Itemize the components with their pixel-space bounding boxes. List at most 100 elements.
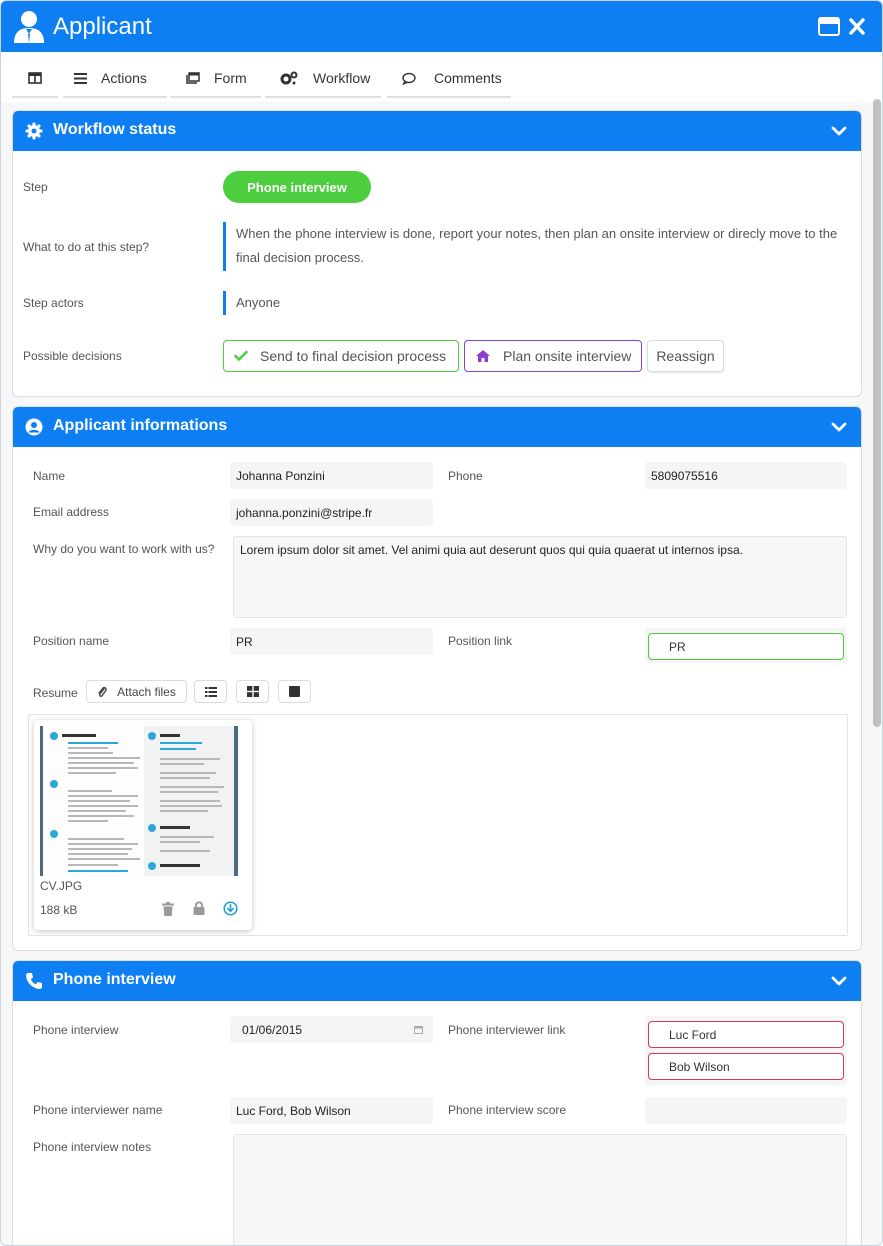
window-icon (186, 72, 200, 84)
square-icon (289, 686, 300, 697)
grid-icon (246, 686, 259, 697)
menu-icon (74, 72, 87, 84)
title-bar: Applicant (1, 1, 882, 52)
file-size: 188 kB (40, 903, 78, 917)
position-link-field[interactable]: PR (645, 628, 847, 663)
phone-interview-panel: Phone interview Phone interview 01/06/20… (12, 960, 862, 1245)
attach-files-button[interactable]: Attach files (86, 680, 187, 703)
applicant-header[interactable]: Applicant informations (13, 407, 861, 447)
name-label: Name (33, 469, 66, 483)
email-field[interactable]: johanna.ponzini@stripe.fr (230, 499, 433, 526)
decisions-label: Possible decisions (23, 349, 122, 363)
position-link-tag[interactable]: PR (648, 633, 844, 660)
actions-button[interactable]: Actions (63, 60, 167, 98)
position-link-label: Position link (448, 634, 513, 648)
form-button[interactable]: Form (170, 60, 261, 98)
actions-label: Actions (101, 70, 147, 86)
todo-bar (223, 222, 226, 271)
form-label: Form (214, 70, 247, 86)
phone-interview-notes-textarea[interactable] (233, 1134, 847, 1245)
columns-icon (28, 72, 42, 84)
actors-label: Step actors (23, 296, 84, 310)
scrollbar-thumb[interactable] (873, 99, 881, 727)
resume-label: Resume (33, 686, 78, 700)
download-icon[interactable] (223, 901, 238, 916)
phone-interviewer-link-field[interactable]: Luc Ford Bob Wilson (645, 1016, 847, 1085)
reassign-label: Reassign (656, 348, 715, 364)
phone-interview-notes-label: Phone interview notes (33, 1140, 152, 1154)
todo-label: What to do at this step? (23, 240, 150, 254)
comments-button[interactable]: Comments (387, 60, 511, 98)
phone-field[interactable]: 5809075516 (645, 462, 847, 489)
phone-interview-date-field[interactable]: 01/06/2015 (230, 1016, 433, 1043)
gear-icon (25, 122, 43, 140)
list-view-button[interactable] (194, 680, 227, 703)
close-icon[interactable] (848, 17, 866, 36)
chevron-down-icon[interactable] (831, 125, 847, 137)
user-circle-icon (25, 418, 43, 436)
actors-bar (223, 291, 226, 315)
step-badge: Phone interview (223, 171, 371, 203)
position-name-label: Position name (33, 634, 110, 648)
workflow-label: Workflow (313, 70, 371, 86)
email-label: Email address (33, 505, 110, 519)
toolbar: Actions Form Workflow Comments (1, 52, 882, 102)
file-name: CV.JPG (40, 879, 83, 893)
paperclip-icon (98, 686, 107, 697)
phone-interview-date-label: Phone interview (33, 1023, 119, 1037)
calendar-icon[interactable] (414, 1025, 423, 1034)
scrollbar[interactable] (872, 99, 882, 1245)
trash-icon[interactable] (162, 902, 174, 916)
why-textarea[interactable]: Lorem ipsum dolor sit amet. Vel animi qu… (233, 536, 847, 618)
cogs-icon (280, 71, 298, 85)
user-icon (14, 11, 44, 43)
workflow-button[interactable]: Workflow (265, 60, 381, 98)
applicant-window: Applicant Actions Form Workflow Comments… (0, 0, 883, 1246)
interviewer-tag-luc-ford[interactable]: Luc Ford (648, 1021, 844, 1048)
layout-toggle-button[interactable] (12, 60, 58, 98)
step-label: Step (23, 180, 48, 194)
todo-line-2: final decision process. (236, 250, 364, 265)
phone-interview-title: Phone interview (53, 971, 176, 988)
large-view-button[interactable] (278, 680, 311, 703)
comments-label: Comments (434, 70, 502, 86)
lock-icon[interactable] (193, 901, 205, 915)
maximize-icon[interactable] (818, 17, 840, 36)
resume-preview-image (40, 726, 240, 876)
actors-value: Anyone (236, 295, 281, 310)
phone-label: Phone (448, 469, 483, 483)
plan-onsite-interview-label: Plan onsite interview (503, 348, 632, 364)
attach-files-label: Attach files (117, 684, 176, 699)
grid-view-button[interactable] (236, 680, 269, 703)
file-thumbnail[interactable] (40, 726, 240, 876)
comment-icon (402, 72, 416, 85)
interviewer-tag-bob-wilson[interactable]: Bob Wilson (648, 1053, 844, 1080)
todo-line-1: When the phone interview is done, report… (236, 226, 838, 241)
home-icon (476, 350, 490, 362)
phone-interview-score-label: Phone interview score (448, 1103, 567, 1117)
applicant-title: Applicant informations (53, 417, 228, 434)
window-title: Applicant (53, 13, 152, 40)
list-icon (204, 686, 217, 697)
file-card[interactable]: CV.JPG 188 kB (34, 720, 252, 930)
send-to-final-decision-label: Send to final decision process (260, 348, 446, 364)
chevron-down-icon[interactable] (831, 975, 847, 987)
workflow-status-header[interactable]: Workflow status (13, 111, 861, 151)
send-to-final-decision-button[interactable]: Send to final decision process (223, 340, 459, 372)
phone-interview-score-field[interactable] (645, 1097, 847, 1124)
reassign-button[interactable]: Reassign (647, 340, 724, 372)
workflow-status-title: Workflow status (53, 121, 177, 138)
phone-interviewer-link-label: Phone interviewer link (448, 1023, 566, 1037)
chevron-down-icon[interactable] (831, 421, 847, 433)
plan-onsite-interview-button[interactable]: Plan onsite interview (464, 340, 642, 372)
applicant-panel: Applicant informations Name Johanna Ponz… (12, 406, 862, 951)
phone-icon (26, 973, 42, 989)
name-field[interactable]: Johanna Ponzini (230, 462, 433, 489)
why-label: Why do you want to work with us? (33, 542, 215, 556)
check-icon (234, 350, 248, 361)
phone-interview-header[interactable]: Phone interview (13, 961, 861, 1001)
workflow-status-panel: Workflow status Step Phone interview Wha… (12, 110, 862, 397)
phone-interview-date-value: 01/06/2015 (242, 1022, 303, 1037)
phone-interviewer-name-field[interactable]: Luc Ford, Bob Wilson (230, 1097, 433, 1124)
position-name-field[interactable]: PR (230, 628, 433, 655)
